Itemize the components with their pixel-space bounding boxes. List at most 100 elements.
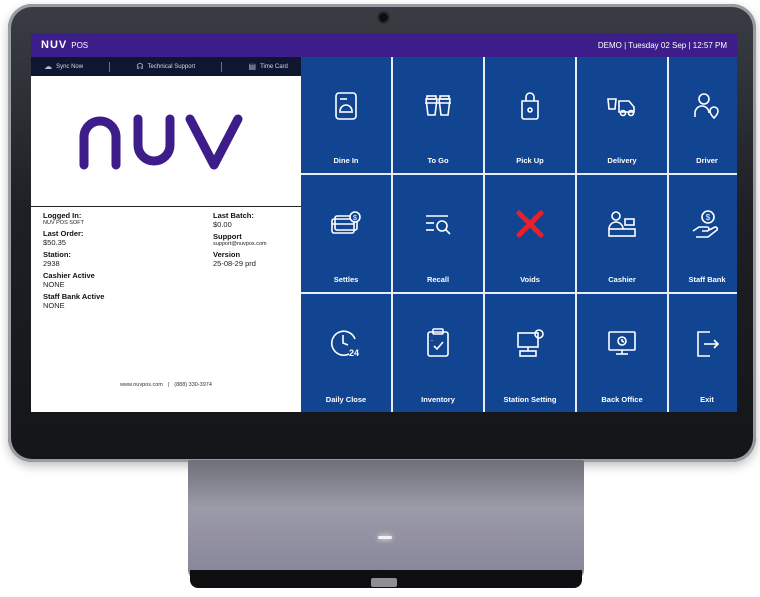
info-panel: ☁ Sync Now ☊ Technical Support ▤ Time Ca… (31, 57, 301, 412)
driver-icon (690, 89, 724, 123)
status-text: DEMO | Tuesday 02 Sep | 12:57 PM (597, 40, 727, 50)
to-go-icon (421, 89, 455, 123)
driver-button[interactable]: Driver (669, 57, 737, 173)
logged-in-label: Logged In: (43, 211, 82, 220)
settles-button[interactable]: $ Settles (301, 175, 391, 292)
dine-in-button[interactable]: Dine In (301, 57, 391, 173)
station-setting-button[interactable]: Station Setting (485, 294, 575, 412)
info-column-right: Last Batch: $0.00 Support support@nuvpos… (213, 211, 267, 271)
time-card-label: Time Card (260, 63, 288, 70)
brand-logo: NUV (41, 39, 68, 51)
sync-now-label: Sync Now (56, 63, 84, 70)
settles-label: Settles (333, 275, 359, 284)
brand-product: POS (71, 41, 89, 50)
version-value: 25-08-29 prd (213, 259, 256, 268)
cashier-active-label: Cashier Active (43, 271, 95, 280)
exit-icon (690, 326, 724, 360)
station-value: 2938 (43, 259, 60, 268)
inventory-button[interactable]: Inventory (393, 294, 483, 412)
back-office-label: Back Office (601, 395, 643, 404)
station-label: Station: (43, 250, 71, 259)
support-field: Support support@nuvpos.com (213, 232, 267, 247)
last-order-field: Last Order: $50.35 (43, 229, 104, 247)
nuv-logo (78, 111, 254, 171)
last-batch-value: $0.00 (213, 220, 232, 229)
footer-separator: | (167, 382, 170, 388)
toolbar: ☁ Sync Now ☊ Technical Support ▤ Time Ca… (31, 57, 301, 76)
version-field: Version 25-08-29 prd (213, 250, 267, 268)
station-info: Logged In: NUV POS SOFT Last Order: $50.… (31, 207, 301, 392)
support-email: support@nuvpos.com (213, 241, 267, 247)
toolbar-divider (221, 61, 223, 72)
delivery-label: Delivery (607, 156, 637, 165)
driver-label: Driver (696, 156, 718, 165)
stand-led (378, 536, 392, 539)
staff-bank-button[interactable]: $ Staff Bank (669, 175, 737, 292)
dine-in-label: Dine In (333, 156, 359, 165)
top-bar: NUV POS DEMO | Tuesday 02 Sep | 12:57 PM (31, 33, 737, 57)
logo-area (31, 76, 301, 207)
time-card-icon: ▤ (248, 62, 257, 71)
svg-text:$: $ (353, 215, 357, 222)
support-label: Support (213, 232, 242, 241)
stand-port (371, 578, 397, 587)
last-order-label: Last Order: (43, 229, 84, 238)
staff-bank-active-value: NONE (43, 301, 65, 310)
technical-support-label: Technical Support (147, 63, 196, 70)
technical-support-button[interactable]: ☊ Technical Support (136, 62, 195, 71)
pos-screen: NUV POS DEMO | Tuesday 02 Sep | 12:57 PM… (31, 33, 737, 412)
sync-now-button[interactable]: ☁ Sync Now (44, 62, 83, 71)
cashier-icon (605, 207, 639, 241)
function-grid: Dine In To Go Pick Up Delivery Driver $ … (301, 57, 737, 412)
daily-close-button[interactable]: 24 Daily Close (301, 294, 391, 412)
inventory-icon (421, 326, 455, 360)
exit-label: Exit (700, 395, 714, 404)
voids-button[interactable]: Voids (485, 175, 575, 292)
cashier-field: Cashier Active NONE (43, 271, 104, 289)
back-office-icon (605, 326, 639, 360)
toolbar-divider (109, 61, 111, 72)
footer: www.nuvpos.com | (888) 330-3974 (31, 378, 301, 392)
settles-icon: $ (329, 207, 363, 241)
recall-icon (421, 207, 455, 241)
sync-icon: ☁ (44, 62, 53, 71)
last-order-value: $50.35 (43, 238, 66, 247)
camera-icon (379, 13, 388, 22)
pick-up-label: Pick Up (516, 156, 544, 165)
time-card-button[interactable]: ▤ Time Card (249, 62, 288, 71)
back-office-button[interactable]: Back Office (577, 294, 667, 412)
delivery-icon (605, 89, 639, 123)
station-field: Station: 2938 (43, 250, 104, 268)
staff-bank-active-label: Staff Bank Active (43, 292, 105, 301)
inventory-label: Inventory (421, 395, 455, 404)
info-column-left: Logged In: NUV POS SOFT Last Order: $50.… (43, 211, 104, 313)
recall-button[interactable]: Recall (393, 175, 483, 292)
last-batch-label: Last Batch: (213, 211, 254, 220)
staff-bank-label: Staff Bank (688, 275, 726, 284)
to-go-label: To Go (427, 156, 449, 165)
svg-text:$: $ (706, 213, 711, 222)
pick-up-button[interactable]: Pick Up (485, 57, 575, 173)
cashier-label: Cashier (608, 275, 636, 284)
phone-number: (888) 330-3974 (174, 382, 212, 388)
logged-in-field: Logged In: NUV POS SOFT (43, 211, 104, 226)
last-batch-field: Last Batch: $0.00 (213, 211, 267, 229)
staff-bank-field: Staff Bank Active NONE (43, 292, 104, 310)
voids-label: Voids (520, 275, 540, 284)
delivery-button[interactable]: Delivery (577, 57, 667, 173)
daily-close-icon: 24 (329, 326, 363, 360)
pick-up-icon (513, 89, 547, 123)
monitor-stand (188, 460, 584, 580)
recall-label: Recall (426, 275, 450, 284)
version-label: Version (213, 250, 241, 259)
station-setting-label: Station Setting (503, 395, 557, 404)
station-setting-icon (513, 326, 547, 360)
logged-in-value: NUV POS SOFT (43, 220, 84, 226)
to-go-button[interactable]: To Go (393, 57, 483, 173)
dine-in-icon (329, 89, 363, 123)
brand: NUV POS (41, 39, 88, 51)
exit-button[interactable]: Exit (669, 294, 737, 412)
website-link[interactable]: www.nuvpos.com (120, 382, 163, 388)
cashier-button[interactable]: Cashier (577, 175, 667, 292)
cashier-active-value: NONE (43, 280, 65, 289)
